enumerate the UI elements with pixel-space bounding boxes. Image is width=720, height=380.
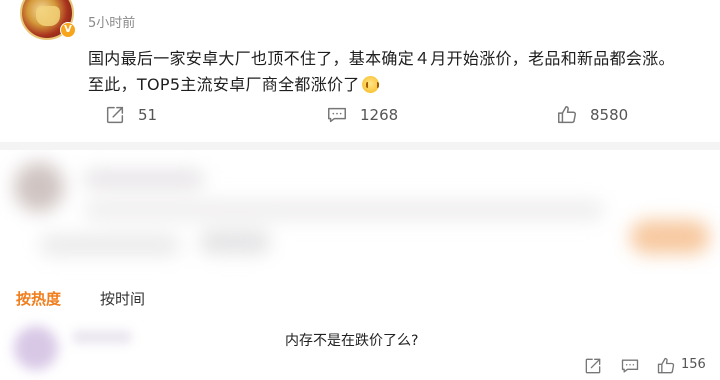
share-icon[interactable] — [583, 356, 603, 376]
section-divider — [0, 142, 720, 150]
comment-actions: 156 — [0, 356, 720, 378]
like-count: 8580 — [590, 106, 629, 124]
post-text-line-2: 至此，TOP5主流安卓厂商全都涨价了 — [88, 72, 708, 98]
like-icon[interactable] — [656, 356, 676, 376]
post-time: 5小时前 — [88, 16, 136, 31]
comment-icon — [328, 107, 346, 123]
comment-like-count: 156 — [681, 357, 706, 372]
comment-sort-tabs: 按热度 按时间 — [0, 282, 720, 312]
like-icon — [558, 106, 576, 124]
share-count: 51 — [138, 106, 158, 124]
author-avatar[interactable]: V — [20, 0, 76, 40]
verified-badge-icon: V — [60, 22, 76, 38]
blurred-text-1 — [84, 200, 604, 220]
comment-icon[interactable] — [620, 356, 640, 376]
sort-by-time-tab[interactable]: 按时间 — [100, 288, 145, 309]
post: V 5小时前 国内最后一家安卓大厂也顶不住了，基本确定４月开始涨价，老品和新品都… — [0, 0, 720, 142]
post-text-line-2-text: 至此，TOP5主流安卓厂商全都涨价了 — [88, 75, 360, 94]
blurred-name — [84, 170, 204, 188]
blurred-comment-region — [0, 150, 720, 276]
blurred-text-3 — [200, 230, 270, 254]
sort-by-hot-tab[interactable]: 按热度 — [16, 288, 61, 309]
blurred-avatar — [14, 162, 64, 212]
comment-count: 1268 — [360, 106, 399, 124]
comment-text: 内存不是在跌价了么? — [285, 333, 419, 349]
comment-item: 内存不是在跌价了么? 156 — [0, 316, 720, 380]
comment-author-name[interactable] — [72, 330, 132, 344]
share-button[interactable]: 51 — [104, 104, 157, 126]
share-icon — [106, 106, 124, 124]
post-text-line-1: 国内最后一家安卓大厂也顶不住了，基本确定４月开始涨价，老品和新品都会涨。 — [88, 49, 675, 68]
weibo-post-page: V 5小时前 国内最后一家安卓大厂也顶不住了，基本确定４月开始涨价，老品和新品都… — [0, 0, 720, 380]
blurred-button — [630, 220, 710, 254]
comment-button[interactable]: 1268 — [326, 104, 398, 126]
grimace-emoji-icon — [361, 76, 379, 93]
post-actions: 51 1268 8580 — [0, 104, 720, 132]
like-button[interactable]: 8580 — [556, 104, 628, 126]
post-text: 国内最后一家安卓大厂也顶不住了，基本确定４月开始涨价，老品和新品都会涨。 至此，… — [88, 46, 708, 98]
blur-layer — [0, 150, 720, 276]
blurred-text-2 — [40, 234, 180, 256]
